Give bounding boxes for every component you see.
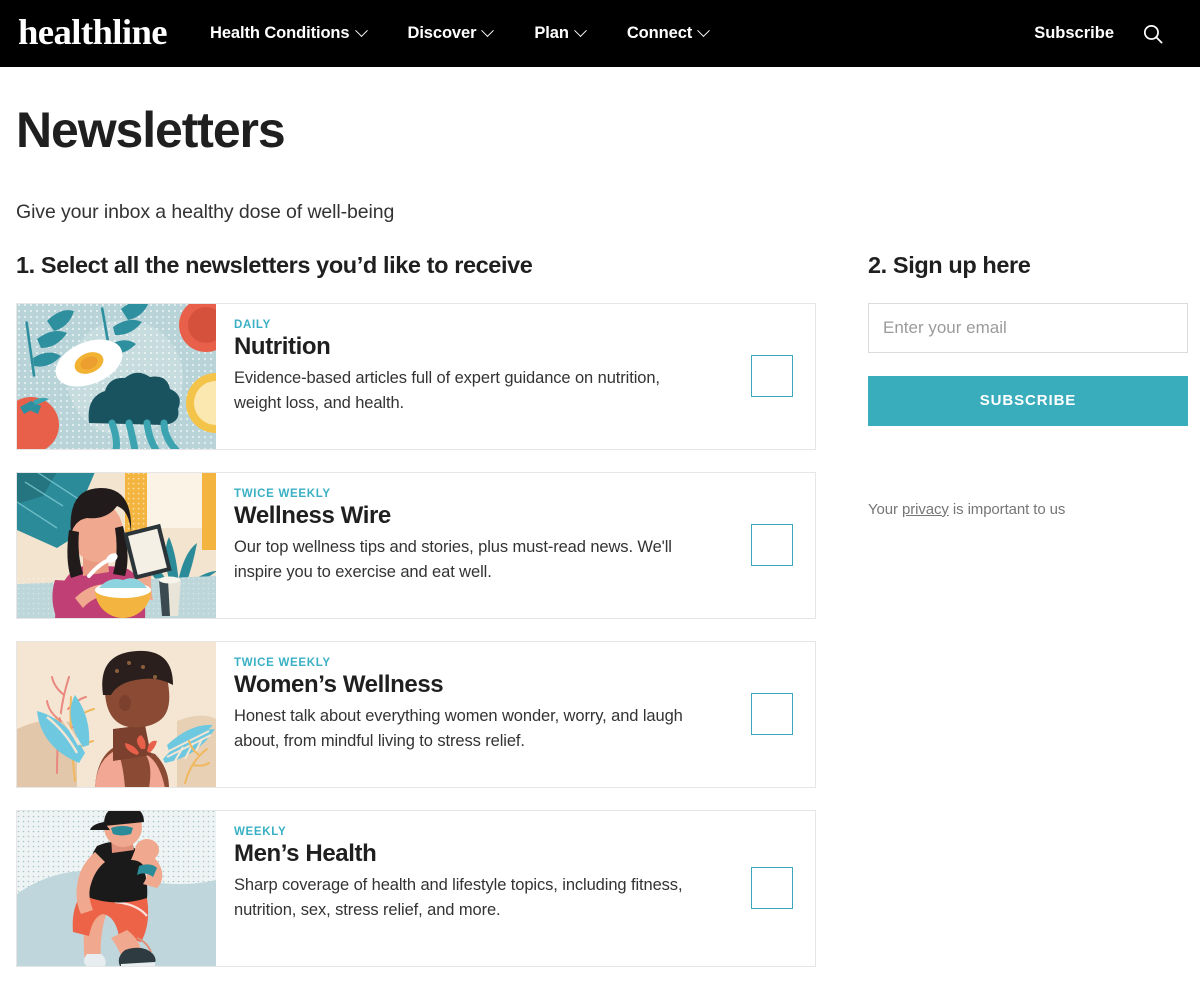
header-subscribe-link[interactable]: Subscribe xyxy=(1034,24,1114,43)
nav-item-connect[interactable]: Connect xyxy=(627,24,740,43)
site-header: healthline Health Conditions Discover Pl… xyxy=(0,0,1200,67)
healthline-logo[interactable]: healthline xyxy=(18,14,168,54)
subscribe-button-label: SUBSCRIBE xyxy=(979,392,1077,409)
privacy-note: Your privacy is important to us xyxy=(868,426,1188,518)
newsletter-description: Evidence-based articles full of expert g… xyxy=(234,368,660,412)
privacy-note-prefix: Your xyxy=(868,500,902,518)
newsletter-title: Women’s Wellness xyxy=(234,670,444,698)
header-actions: Subscribe xyxy=(1034,23,1184,45)
email-input[interactable] xyxy=(868,302,1188,353)
newsletter-description: Sharp coverage of health and lifestyle t… xyxy=(234,875,683,919)
newsletter-card-content: TWICE WEEKLY Wellness Wire Our top welln… xyxy=(216,473,729,618)
newsletter-checkbox-cell xyxy=(729,811,815,966)
nav-item-label: Plan xyxy=(534,24,569,42)
nav-item-label: Connect xyxy=(626,24,693,42)
newsletter-description: Our top wellness tips and stories, plus … xyxy=(234,537,672,581)
select-newsletters-heading: 1. Select all the newsletters you’d like… xyxy=(16,251,533,278)
chevron-down-icon xyxy=(697,24,711,38)
nav-item-plan[interactable]: Plan xyxy=(534,24,626,43)
nav-item-discover[interactable]: Discover xyxy=(408,24,535,43)
chevron-down-icon xyxy=(573,24,587,38)
newsletter-title: Men’s Health xyxy=(234,839,377,867)
newsletter-card-mens-health[interactable]: WEEKLY Men’s Health Sharp coverage of he… xyxy=(16,809,816,967)
newsletter-frequency: TWICE WEEKLY xyxy=(234,656,331,669)
newsletter-frequency: DAILY xyxy=(234,318,271,331)
newsletter-checkbox-womens-wellness[interactable] xyxy=(751,693,793,735)
newsletter-selection-column: 1. Select all the newsletters you’d like… xyxy=(16,252,816,989)
newsletter-card-nutrition[interactable]: DAILY Nutrition Evidence-based articles … xyxy=(16,302,816,450)
newsletter-title: Wellness Wire xyxy=(234,501,391,529)
newsletter-card-content: TWICE WEEKLY Women’s Wellness Honest tal… xyxy=(216,642,729,787)
newsletter-card-content: WEEKLY Men’s Health Sharp coverage of he… xyxy=(216,811,729,966)
newsletter-description: Honest talk about everything women wonde… xyxy=(234,706,683,750)
page-subtitle: Give your inbox a healthy dose of well-b… xyxy=(16,200,395,223)
newsletter-title: Nutrition xyxy=(234,332,331,360)
page-content: Newsletters Give your inbox a healthy do… xyxy=(0,67,1200,989)
sign-up-heading: 2. Sign up here xyxy=(868,251,1031,278)
chevron-down-icon xyxy=(354,24,368,38)
privacy-link[interactable]: privacy xyxy=(902,501,949,518)
main-navigation: Health Conditions Discover Plan Connect xyxy=(210,24,740,43)
nav-item-label: Discover xyxy=(407,24,477,42)
nutrition-illustration xyxy=(17,303,216,449)
search-icon[interactable] xyxy=(1142,23,1164,45)
newsletter-checkbox-wellness-wire[interactable] xyxy=(751,524,793,566)
two-column-layout: 1. Select all the newsletters you’d like… xyxy=(16,224,1188,989)
newsletter-checkbox-nutrition[interactable] xyxy=(751,355,793,397)
signup-column: 2. Sign up here SUBSCRIBE Your privacy i… xyxy=(816,252,1188,518)
page-title: Newsletters xyxy=(16,102,286,158)
newsletter-frequency: WEEKLY xyxy=(234,825,287,838)
newsletter-card-wellness-wire[interactable]: TWICE WEEKLY Wellness Wire Our top welln… xyxy=(16,471,816,619)
wellness-wire-illustration xyxy=(17,472,216,618)
newsletter-card-womens-wellness[interactable]: TWICE WEEKLY Women’s Wellness Honest tal… xyxy=(16,640,816,788)
chevron-down-icon xyxy=(481,24,495,38)
newsletter-card-content: DAILY Nutrition Evidence-based articles … xyxy=(216,304,729,449)
privacy-note-suffix: is important to us xyxy=(948,500,1066,518)
newsletter-checkbox-mens-health[interactable] xyxy=(751,867,793,909)
subscribe-button[interactable]: SUBSCRIBE xyxy=(868,375,1188,426)
newsletter-checkbox-cell xyxy=(729,304,815,449)
mens-health-illustration xyxy=(17,810,216,966)
womens-wellness-illustration xyxy=(17,641,216,787)
newsletter-checkbox-cell xyxy=(729,642,815,787)
nav-item-label: Health Conditions xyxy=(210,24,350,42)
newsletter-frequency: TWICE WEEKLY xyxy=(234,487,331,500)
nav-item-health-conditions[interactable]: Health Conditions xyxy=(210,24,407,43)
newsletter-checkbox-cell xyxy=(729,473,815,618)
